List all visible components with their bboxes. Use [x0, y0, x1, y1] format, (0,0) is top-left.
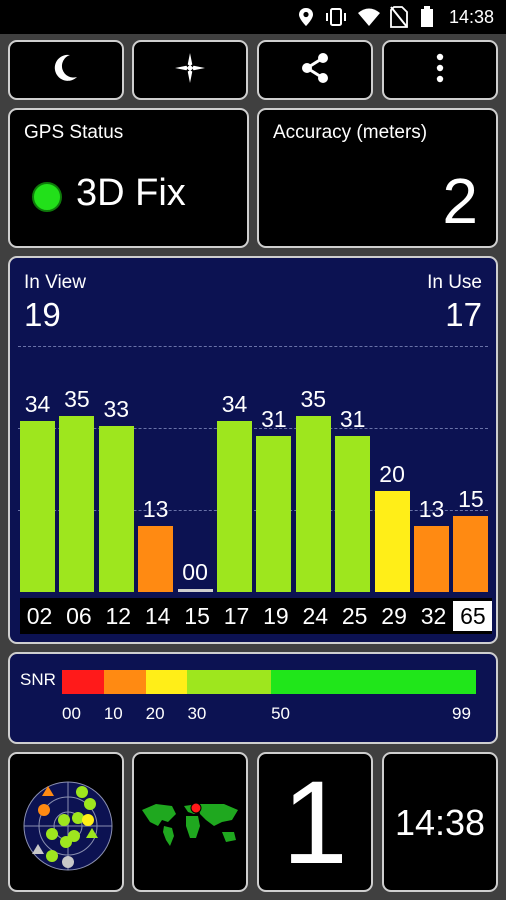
snr-value-label: 13	[142, 496, 169, 523]
count-tile[interactable]: 1	[257, 752, 373, 892]
snr-tick-label: 50	[271, 704, 290, 723]
snr-tick-label: 30	[187, 704, 207, 723]
snr-value-label: 20	[379, 461, 405, 488]
snr-bar	[20, 420, 55, 592]
prn-label: 02	[26, 603, 53, 629]
fix-indicator	[32, 182, 62, 212]
prn-label: 14	[144, 603, 171, 629]
prn-label: 15	[184, 603, 210, 629]
snr-value-label: 35	[300, 385, 327, 412]
prn-labels: 02 06 12 14 15 17 19 24 25 29 32 65	[20, 598, 493, 634]
battery-icon	[420, 0, 434, 34]
share-icon	[299, 52, 331, 89]
prn-label: 25	[341, 603, 368, 629]
compass-star-icon	[173, 51, 207, 90]
snr-tick-label: 20	[145, 704, 165, 723]
sky-view-tile[interactable]	[8, 752, 124, 892]
world-map-tile[interactable]	[132, 752, 248, 892]
snr-color-segment	[271, 670, 476, 694]
clock-time: 14:38	[394, 802, 486, 843]
status-bar: 14:38	[0, 0, 506, 34]
sky-radar-icon	[22, 780, 114, 877]
big-count: 1	[282, 757, 348, 889]
snr-color-segment	[62, 670, 104, 694]
prn-label: 12	[105, 603, 132, 629]
prn-label: 06	[66, 603, 92, 629]
snr-value-label: 33	[103, 395, 130, 422]
snr-label: SNR	[20, 670, 56, 689]
location-pin-icon	[298, 0, 314, 34]
no-sim-icon	[390, 0, 408, 34]
wifi-icon	[357, 0, 381, 34]
prn-label: 32	[420, 603, 447, 629]
gps-status-card[interactable]: GPS Status 3D Fix	[8, 108, 249, 248]
snr-bar	[138, 526, 174, 592]
in-view-count: 19	[24, 296, 61, 333]
snr-bar	[374, 491, 410, 592]
accuracy-card[interactable]: Accuracy (meters) 2	[257, 108, 498, 248]
snr-color-segment	[103, 670, 146, 694]
satellite-snr-chart[interactable]: In View 19 In Use 17 34 35 33 13 00 34 31 35 31 2…	[8, 256, 498, 644]
snr-bar	[98, 425, 134, 592]
snr-tick-label: 99	[452, 704, 471, 723]
snr-bar	[59, 415, 95, 592]
snr-tick-label: 10	[103, 704, 123, 723]
snr-value-label: 00	[182, 559, 208, 585]
grid-line	[18, 346, 488, 347]
share-button[interactable]	[257, 40, 373, 100]
in-use-count: 17	[445, 296, 482, 333]
snr-bar	[453, 516, 489, 592]
snr-bar	[414, 526, 449, 592]
compass-button[interactable]	[132, 40, 248, 100]
more-vert-icon	[436, 53, 444, 88]
world-map-icon	[140, 800, 244, 853]
in-view-label: In View	[24, 272, 86, 293]
snr-bar	[177, 589, 213, 592]
snr-legend: SNR 00 10 20 30 50 99	[8, 652, 498, 744]
snr-bar	[295, 415, 331, 592]
clock-tile[interactable]: 14:38	[382, 752, 498, 892]
snr-value-label: 15	[458, 486, 484, 513]
vibrate-icon	[324, 0, 348, 34]
prn-label: 29	[381, 603, 407, 629]
status-time: 14:38	[448, 6, 494, 27]
snr-value-label: 31	[339, 405, 366, 432]
prn-label: 17	[223, 603, 250, 629]
prn-label: 65	[453, 601, 493, 631]
snr-value-label: 13	[418, 496, 445, 523]
snr-value-label: 34	[24, 390, 51, 417]
night-mode-button[interactable]	[8, 40, 124, 100]
snr-tick-label: 00	[62, 704, 81, 723]
snr-bar	[217, 420, 252, 592]
snr-bar	[256, 435, 292, 592]
moon-icon	[53, 53, 79, 88]
in-use-label: In Use	[427, 272, 482, 293]
snr-value-label: 31	[261, 405, 287, 432]
snr-color-segment	[145, 670, 188, 694]
snr-value-label: 35	[64, 385, 90, 412]
prn-label: 19	[263, 603, 289, 629]
gps-fix-value: 3D Fix	[76, 172, 186, 214]
accuracy-value: 2	[442, 165, 478, 237]
accuracy-label: Accuracy (meters)	[273, 122, 428, 143]
snr-bar	[335, 435, 371, 592]
more-options-button[interactable]	[382, 40, 498, 100]
snr-color-segment	[187, 670, 272, 694]
prn-label: 24	[302, 603, 329, 629]
snr-value-label: 34	[221, 390, 248, 417]
gps-status-label: GPS Status	[24, 122, 124, 143]
